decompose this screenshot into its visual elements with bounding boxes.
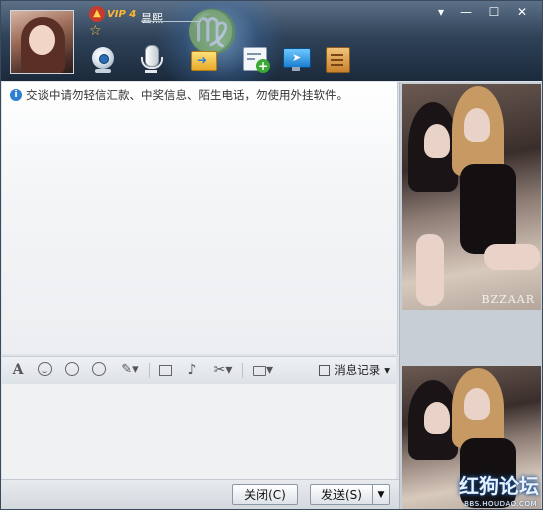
chat-window: ♍ ▲ VIP 4 ☆ 昙熙 ▾ — ☐ ✕ ➜ + ➤ i 交谈中请勿轻信汇款… xyxy=(0,0,543,510)
cursor-icon: ➤ xyxy=(292,51,302,64)
emoji-icon[interactable] xyxy=(36,361,54,379)
app-line xyxy=(331,54,343,56)
remote-desktop-icon[interactable]: ➤ xyxy=(282,45,312,75)
info-icon: i xyxy=(10,89,22,101)
send-file-icon[interactable]: ➜ xyxy=(189,45,219,75)
mic-stand xyxy=(141,57,163,69)
notepad-line xyxy=(247,58,255,60)
figure-face xyxy=(424,124,450,158)
window-menu-button[interactable]: ▾ xyxy=(430,3,452,21)
app-line xyxy=(331,59,343,61)
edit-icon[interactable]: ✎▾ xyxy=(116,361,144,379)
toolbox-arrow: ▾ xyxy=(265,362,274,378)
site-watermark: 红狗论坛 xyxy=(459,474,539,498)
avatar-face xyxy=(29,25,55,55)
minimize-button[interactable]: — xyxy=(452,3,480,21)
close-button[interactable]: 关闭(C) xyxy=(232,484,298,505)
wink-face xyxy=(65,362,79,376)
notepad-add-icon[interactable]: + xyxy=(241,45,271,75)
history-label: 消息记录 xyxy=(334,363,381,377)
send-button[interactable]: 发送(S) xyxy=(310,484,373,505)
figure-face xyxy=(464,388,490,420)
image-icon[interactable] xyxy=(156,361,174,379)
site-watermark-url: BBS.HOUDAO.COM xyxy=(464,500,537,508)
maximize-button[interactable]: ☐ xyxy=(480,3,508,21)
message-input[interactable] xyxy=(2,384,396,479)
toolbar-divider xyxy=(242,363,243,378)
music-circle xyxy=(92,362,106,376)
own-photo[interactable]: 红狗论坛 BBS.HOUDAO.COM xyxy=(402,366,541,509)
contact-photo[interactable]: BZZAAR xyxy=(402,84,541,310)
figure-legs xyxy=(416,234,444,306)
notepad-line xyxy=(247,53,261,55)
webcam-lens xyxy=(99,54,109,64)
level-badge-icon[interactable]: ▲ xyxy=(89,6,105,22)
webcam-icon[interactable] xyxy=(89,45,119,75)
image-frame xyxy=(158,365,172,376)
vip-label[interactable]: VIP 4 xyxy=(107,9,136,20)
magic-emoji-icon[interactable] xyxy=(63,361,81,379)
window-controls: ▾ — ☐ ✕ xyxy=(430,3,536,21)
send-options-button[interactable]: ▼ xyxy=(372,484,390,505)
plus-icon: + xyxy=(256,59,270,73)
input-toolbar: A ✎▾ ♪ ✂▾ ▾ 消息记录 ▾ xyxy=(2,356,396,385)
screenshot-icon[interactable]: ✂▾ xyxy=(208,361,238,379)
figure-face xyxy=(424,402,450,434)
header-bar: ♍ ▲ VIP 4 ☆ 昙熙 ▾ — ☐ ✕ ➜ + ➤ xyxy=(1,1,542,81)
chat-history-area[interactable]: i 交谈中请勿轻信汇款、中奖信息、陌生电话，勿使用外挂软件。 xyxy=(2,82,398,354)
figure-outfit xyxy=(460,164,516,254)
monitor-stand xyxy=(292,67,300,71)
shake-icon[interactable]: ♪ xyxy=(183,361,201,379)
security-notice: i 交谈中请勿轻信汇款、中奖信息、陌生电话，勿使用外挂软件。 xyxy=(10,87,348,103)
figure-legs xyxy=(484,244,540,270)
security-notice-text: 交谈中请勿轻信汇款、中奖信息、陌生电话，勿使用外挂软件。 xyxy=(26,88,348,102)
app-line xyxy=(331,64,343,66)
font-icon[interactable]: A xyxy=(9,361,27,379)
bottom-action-bar: 关闭(C) 发送(S) ▼ xyxy=(1,479,399,509)
chevron-down-icon: ▾ xyxy=(384,363,390,377)
message-history-button[interactable]: 消息记录 ▾ xyxy=(319,360,390,380)
star-icon[interactable]: ☆ xyxy=(89,23,102,39)
arrow-right-icon: ➜ xyxy=(197,53,208,67)
figure-face xyxy=(464,108,490,142)
close-window-button[interactable]: ✕ xyxy=(508,3,536,21)
nickname-underline xyxy=(141,21,201,22)
toolbox-icon[interactable]: ▾ xyxy=(248,361,278,379)
contact-nickname[interactable]: 昙熙 xyxy=(141,10,163,26)
apps-icon[interactable] xyxy=(323,45,353,75)
mic-foot xyxy=(145,70,157,73)
webcam-base xyxy=(95,69,111,73)
microphone-icon[interactable] xyxy=(137,45,167,75)
toolbox-shape xyxy=(252,366,266,376)
history-icon xyxy=(319,364,331,376)
toolbar-divider xyxy=(149,363,150,378)
emoji-face xyxy=(38,362,52,376)
avatar[interactable] xyxy=(10,10,74,74)
photo-watermark: BZZAAR xyxy=(481,293,535,306)
music-icon[interactable] xyxy=(90,361,108,379)
contact-show-panel: BZZAAR 红狗论坛 BBS.HOUDAO.COM xyxy=(399,82,542,509)
